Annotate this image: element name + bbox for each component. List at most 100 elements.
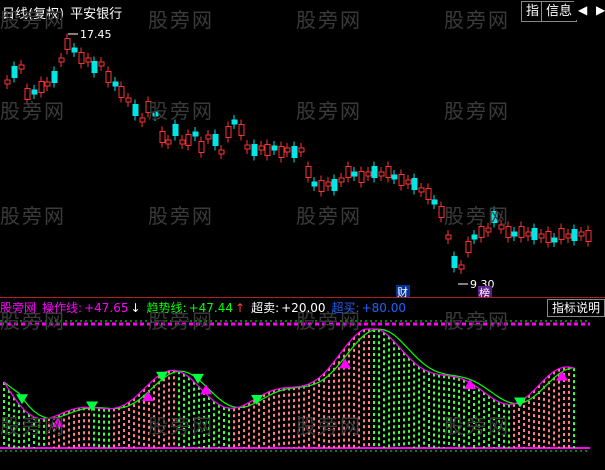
high-price-label: 17.45 xyxy=(80,28,112,41)
candle-body xyxy=(505,226,512,238)
trend-line-value: +47.44 xyxy=(188,301,234,315)
period-label[interactable]: 日线(复权) xyxy=(2,7,64,22)
candle-body xyxy=(338,177,345,183)
candle-body xyxy=(225,126,232,138)
candle-body xyxy=(511,231,518,237)
candle-body xyxy=(64,38,71,50)
candle-body xyxy=(91,61,98,73)
pane-divider[interactable] xyxy=(0,297,605,298)
candle-body xyxy=(291,146,298,158)
candle-body xyxy=(438,206,445,218)
candle-body xyxy=(218,149,225,155)
chart-title: 日线(复权) 平安银行 xyxy=(2,3,122,22)
candle-body xyxy=(145,101,152,113)
candle-body xyxy=(465,241,472,253)
candle-body xyxy=(212,134,219,146)
candle-body xyxy=(585,230,592,242)
candle-body xyxy=(258,145,265,151)
candle-body xyxy=(118,86,125,98)
candle-body xyxy=(485,227,492,233)
candle-body xyxy=(4,79,11,85)
candle-body xyxy=(125,97,132,103)
candle-body xyxy=(345,166,352,178)
next-arrow-icon[interactable]: ▶ xyxy=(592,1,605,20)
candle-body xyxy=(498,224,505,230)
overbought-label: 超买: xyxy=(331,301,360,315)
candle-body xyxy=(238,124,245,136)
indicator-header: 股旁网 操作线: +47.65 ↓ 趋势线: +47.44 ↑ 超卖: +20.00 超买: +80… xyxy=(0,299,412,317)
candle-body xyxy=(78,52,85,64)
down-arrow-icon: ↓ xyxy=(130,301,141,315)
candle-body xyxy=(105,71,112,83)
candle-body xyxy=(284,147,291,153)
overbought-value: +80.00 xyxy=(361,301,407,315)
sell-signal-icon xyxy=(86,401,98,412)
candle-body xyxy=(98,61,105,67)
candle-body xyxy=(139,117,146,123)
candle-body xyxy=(391,174,398,180)
candle-body xyxy=(264,144,271,156)
candle-body xyxy=(445,234,452,240)
candle-body xyxy=(538,233,545,239)
op-line-value: +47.65 xyxy=(84,301,129,315)
top-bar: 日线(复权) 平安银行 指 信息 ◀ ▶ xyxy=(0,0,605,22)
candle-body xyxy=(565,233,572,239)
candle-body xyxy=(251,144,258,156)
candle-body xyxy=(351,171,358,177)
candle-body xyxy=(112,81,119,87)
candle-body xyxy=(11,66,18,78)
candle-body xyxy=(398,174,405,186)
candle-body xyxy=(305,166,312,178)
candle-body xyxy=(298,147,305,153)
candle-body xyxy=(405,179,412,185)
candle-body xyxy=(205,134,212,140)
op-line-label: 操作线: xyxy=(42,301,83,315)
candle-body xyxy=(44,81,51,87)
candle-body xyxy=(531,228,538,240)
indicator-chart[interactable] xyxy=(0,317,605,470)
candle-body xyxy=(198,141,205,153)
candle-body xyxy=(192,131,199,137)
indicator-name: 股旁网 xyxy=(0,301,37,315)
candle-body xyxy=(38,81,45,93)
candle-body xyxy=(179,139,186,145)
info-button[interactable]: 信息 xyxy=(541,1,578,22)
candle-body xyxy=(471,234,478,240)
candle-body xyxy=(371,166,378,178)
candle-body xyxy=(159,131,166,143)
candle-body xyxy=(358,171,365,183)
candle-body xyxy=(451,256,458,268)
candle-body xyxy=(18,64,25,70)
oversold-label: 超卖: xyxy=(251,301,280,315)
candle-body xyxy=(491,211,498,223)
candle-body xyxy=(418,187,425,193)
stock-name: 平安银行 xyxy=(70,7,123,22)
candle-body xyxy=(152,111,159,117)
candle-body xyxy=(231,119,238,125)
candle-body xyxy=(411,178,418,190)
prev-arrow-icon[interactable]: ◀ xyxy=(574,1,592,20)
candle-body xyxy=(71,47,78,53)
candle-body xyxy=(325,181,332,187)
candle-body xyxy=(365,171,372,177)
candle-body xyxy=(331,179,338,191)
candle-body xyxy=(425,188,432,200)
candle-body xyxy=(165,139,172,145)
candle-body xyxy=(558,228,565,240)
price-chart[interactable]: 17.45 9.30 财 榜 xyxy=(0,22,605,298)
candle-body xyxy=(518,226,525,238)
candle-body xyxy=(271,145,278,151)
up-arrow-icon: ↑ xyxy=(235,301,246,315)
candle-body xyxy=(244,144,251,150)
candle-body xyxy=(525,231,532,237)
candle-body xyxy=(431,199,438,205)
indicator-help-button[interactable]: 指标说明 xyxy=(547,299,605,317)
candle-body xyxy=(311,181,318,187)
candle-body xyxy=(85,57,92,63)
candle-body xyxy=(132,104,139,116)
candle-body xyxy=(51,71,58,83)
candle-body xyxy=(385,166,392,178)
candle-body xyxy=(185,134,192,146)
candle-body xyxy=(318,180,325,192)
candle-body xyxy=(278,146,285,158)
